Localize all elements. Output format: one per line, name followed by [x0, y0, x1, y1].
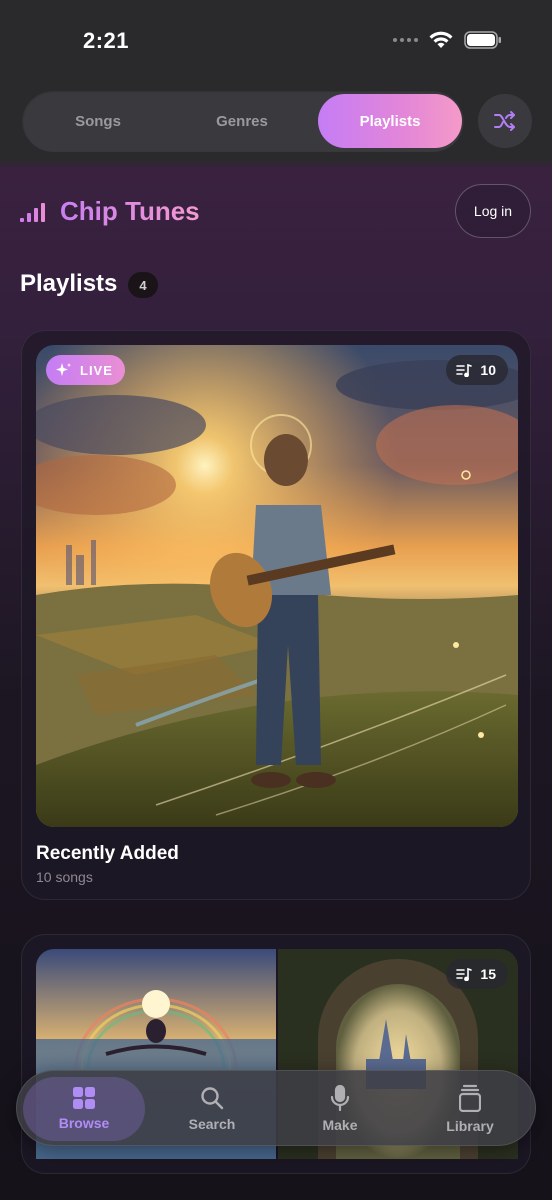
song-count: 10	[480, 362, 496, 378]
grid-icon	[73, 1087, 95, 1109]
brand: Chip Tunes	[20, 196, 200, 227]
tab-browse-label: Browse	[58, 1115, 110, 1131]
segmented-control: Songs Genres Playlists	[22, 90, 464, 152]
tab-browse[interactable]: Browse	[23, 1077, 145, 1141]
segment-genres[interactable]: Genres	[170, 94, 314, 148]
segment-playlists[interactable]: Playlists	[318, 94, 462, 148]
tab-make[interactable]: Make	[279, 1077, 401, 1141]
bottom-tab-bar: Browse Search Make Library	[16, 1070, 536, 1146]
tab-library-label: Library	[446, 1118, 494, 1134]
song-count-2: 15	[480, 966, 496, 982]
wifi-icon	[429, 31, 453, 48]
cellular-dots-icon	[393, 38, 418, 42]
guitarist-sunset-image	[36, 345, 518, 827]
microphone-icon	[330, 1085, 350, 1111]
playlist-count-badge: 4	[128, 272, 158, 298]
brand-title: Chip Tunes	[60, 196, 200, 226]
playlist-artwork: LIVE 10	[36, 345, 518, 827]
shuffle-button[interactable]	[478, 94, 532, 148]
playlist-card-recently-added[interactable]: LIVE 10 Recently Added 10 songs	[21, 330, 531, 900]
sparkle-icon	[56, 363, 71, 376]
tab-search-label: Search	[188, 1116, 236, 1132]
login-button[interactable]: Log in	[455, 184, 531, 238]
segment-songs[interactable]: Songs	[26, 94, 170, 148]
battery-icon	[464, 31, 501, 49]
playlist-subtitle: 10 songs	[36, 869, 93, 885]
signal-bars-icon	[20, 202, 45, 222]
section-title: Playlists	[20, 270, 118, 297]
live-badge-label: LIVE	[80, 362, 113, 378]
music-list-icon	[456, 967, 473, 981]
song-count-badge-2: 15	[446, 959, 508, 989]
playlist-title: Recently Added	[36, 843, 179, 864]
status-time: 2:21	[83, 28, 130, 53]
music-list-icon	[456, 363, 473, 377]
status-bar: 2:21	[0, 0, 552, 80]
search-icon	[201, 1087, 224, 1110]
status-icons	[393, 30, 502, 50]
library-icon	[459, 1084, 481, 1112]
tab-library[interactable]: Library	[409, 1077, 531, 1141]
shuffle-icon	[494, 111, 515, 131]
tab-search[interactable]: Search	[151, 1077, 273, 1141]
song-count-badge: 10	[446, 355, 508, 385]
live-badge: LIVE	[46, 355, 125, 385]
tab-make-label: Make	[322, 1117, 358, 1133]
